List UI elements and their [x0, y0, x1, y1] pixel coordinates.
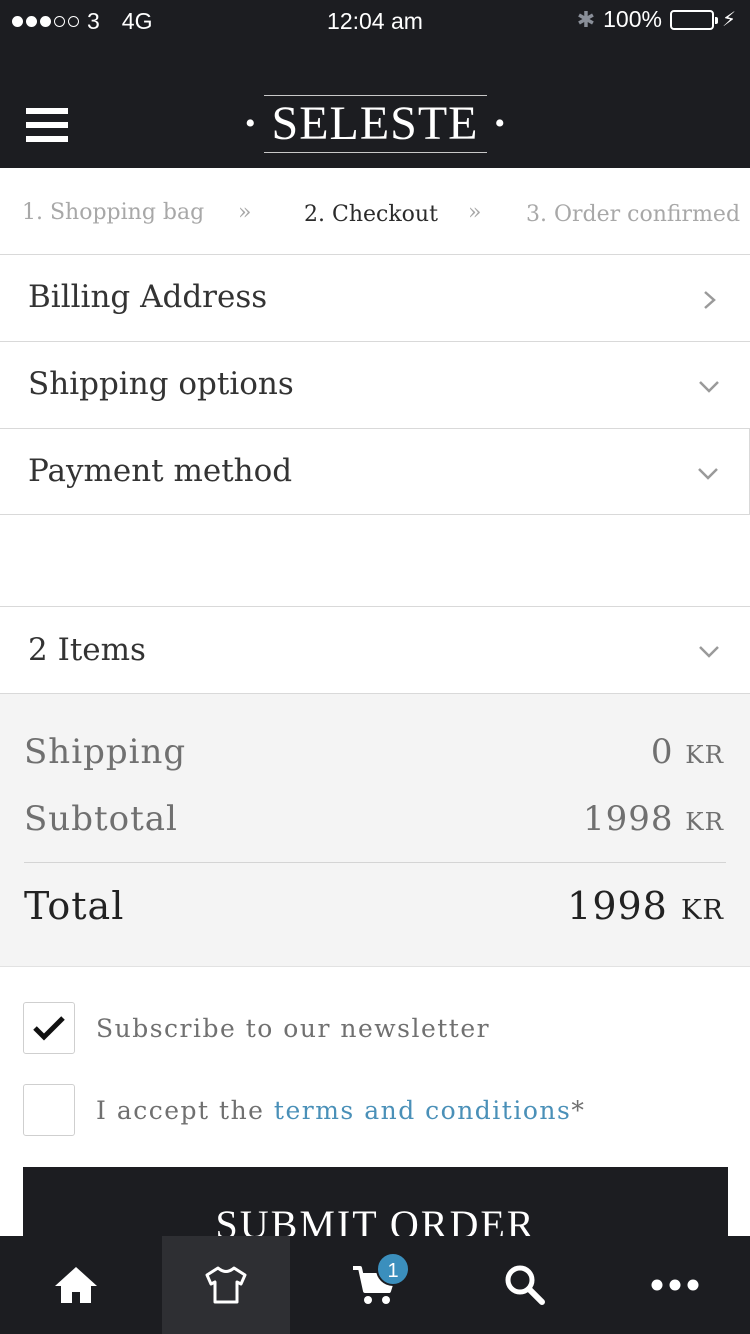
section-title: Shipping options — [28, 366, 294, 402]
shipping-line: Shipping 0 KR — [24, 732, 724, 772]
items-section[interactable]: 2 Items — [0, 606, 750, 694]
terms-label: I accept the terms and conditions* — [96, 1096, 586, 1125]
step-shopping-bag[interactable]: 1. Shopping bag — [22, 200, 204, 225]
battery-icon — [669, 9, 718, 30]
section-title: Payment method — [28, 453, 293, 489]
cart-count-badge: 1 — [376, 1252, 410, 1286]
brand-logo[interactable]: • SELESTE • — [0, 95, 750, 153]
checkout-steps: 1. Shopping bag » 2. Checkout » 3. Order… — [0, 168, 750, 255]
step-separator-icon: » — [468, 200, 482, 225]
newsletter-checkbox[interactable] — [23, 1002, 75, 1054]
currency: KR — [680, 895, 724, 926]
total-line: Total 1998 KR — [24, 884, 724, 928]
billing-address-section[interactable]: Billing Address — [0, 255, 750, 342]
subtotal-amount: 1998 — [582, 799, 674, 839]
currency: KR — [685, 740, 724, 769]
newsletter-label[interactable]: Subscribe to our newsletter — [96, 1014, 490, 1043]
tab-products[interactable] — [162, 1236, 290, 1334]
chevron-down-icon — [698, 468, 718, 480]
chevron-down-icon — [699, 381, 719, 393]
search-icon — [505, 1265, 545, 1305]
order-summary: Shipping 0 KR Subtotal 1998 KR Total 199… — [0, 694, 750, 967]
step-checkout: 2. Checkout — [304, 202, 438, 227]
step-order-confirmed: 3. Order confirmed — [526, 202, 741, 227]
tab-search[interactable] — [461, 1236, 589, 1334]
tab-home[interactable] — [12, 1236, 140, 1334]
shipping-options-section[interactable]: Shipping options — [0, 342, 750, 429]
chevron-right-icon — [704, 291, 716, 309]
bluetooth-icon: ✱ — [576, 6, 596, 32]
battery-percent: 100% — [603, 6, 662, 32]
more-icon — [651, 1279, 699, 1291]
terms-link[interactable]: terms and conditions — [274, 1096, 571, 1125]
chevron-down-icon — [699, 646, 719, 658]
status-bar: 3 4G 12:04 am ✱ 100% ⚡ — [0, 0, 750, 42]
step-separator-icon: » — [238, 200, 252, 225]
total-amount: 1998 — [567, 884, 668, 928]
bottom-tab-bar — [0, 1236, 750, 1334]
terms-checkbox[interactable] — [23, 1084, 75, 1136]
currency: KR — [685, 807, 724, 836]
checkmark-icon — [33, 1016, 65, 1041]
home-icon — [55, 1267, 97, 1303]
section-title: Billing Address — [28, 279, 268, 315]
shipping-amount: 0 — [650, 732, 674, 772]
charging-icon: ⚡ — [721, 9, 736, 31]
tab-cart[interactable] — [311, 1236, 439, 1334]
shirt-icon — [205, 1266, 247, 1304]
section-title: 2 Items — [28, 632, 146, 668]
tab-more[interactable] — [611, 1236, 739, 1334]
divider — [24, 862, 726, 863]
payment-method-section[interactable]: Payment method — [0, 428, 750, 515]
app-header: 3 4G 12:04 am ✱ 100% ⚡ • SELESTE • — [0, 0, 750, 168]
subtotal-line: Subtotal 1998 KR — [24, 799, 724, 839]
